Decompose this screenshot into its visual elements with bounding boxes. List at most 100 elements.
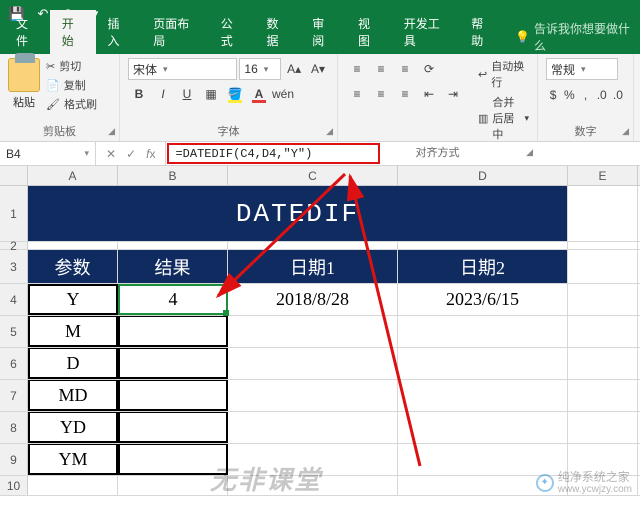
tab-dev[interactable]: 开发工具 (392, 10, 459, 54)
cell-result-selected[interactable]: 4 (118, 284, 228, 315)
align-right-icon[interactable]: ≡ (394, 83, 416, 105)
col-header-d[interactable]: D (398, 166, 568, 185)
increase-decimal-icon[interactable]: .0 (595, 84, 609, 106)
cell[interactable] (568, 186, 638, 241)
select-all-corner[interactable] (0, 166, 28, 185)
bold-button[interactable]: B (128, 83, 150, 105)
cell[interactable] (228, 348, 398, 379)
cell[interactable] (568, 412, 638, 443)
number-format-combo[interactable]: 常规▾ (546, 58, 618, 80)
cell-result[interactable] (118, 380, 228, 411)
fill-color-button[interactable]: 🪣 (224, 83, 246, 105)
tab-file[interactable]: 文件 (4, 10, 50, 54)
cell-result[interactable] (118, 316, 228, 347)
cell[interactable] (398, 412, 568, 443)
title-banner-cell[interactable]: DATEDIF (28, 186, 568, 241)
cell-result[interactable] (118, 412, 228, 443)
worksheet-grid[interactable]: A B C D E 1 DATEDIF 2 3 参数 结果 日期1 日期2 (0, 166, 640, 496)
col-header-a[interactable]: A (28, 166, 118, 185)
cell[interactable] (28, 476, 118, 495)
row-header[interactable]: 10 (0, 476, 28, 495)
phonetic-button[interactable]: wén (272, 83, 294, 105)
header-param[interactable]: 参数 (28, 250, 118, 283)
col-header-b[interactable]: B (118, 166, 228, 185)
cell-param[interactable]: MD (28, 380, 118, 411)
cell-param[interactable]: D (28, 348, 118, 379)
name-box[interactable]: B4 ▾ (0, 142, 96, 165)
row-header[interactable]: 1 (0, 186, 28, 241)
wrap-text-button[interactable]: ↩自动换行 (478, 58, 529, 90)
decrease-font-icon[interactable]: A▾ (307, 58, 329, 80)
row-header[interactable]: 2 (0, 242, 28, 249)
row-header[interactable]: 7 (0, 380, 28, 411)
tab-help[interactable]: 帮助 (459, 10, 505, 54)
cell[interactable] (568, 316, 638, 347)
cell[interactable] (568, 380, 638, 411)
cell[interactable] (568, 250, 638, 283)
tab-page-layout[interactable]: 页面布局 (141, 10, 208, 54)
dialog-launcher-icon[interactable]: ◢ (326, 126, 333, 137)
cell[interactable] (228, 412, 398, 443)
row-header[interactable]: 4 (0, 284, 28, 315)
cell-param[interactable]: M (28, 316, 118, 347)
border-button[interactable]: ▦ (200, 83, 222, 105)
font-color-button[interactable]: A (248, 83, 270, 105)
increase-indent-icon[interactable]: ⇥ (442, 83, 464, 105)
orientation-icon[interactable]: ⟳ (418, 58, 440, 80)
align-bottom-icon[interactable]: ≡ (394, 58, 416, 80)
copy-button[interactable]: 📄复制 (46, 77, 97, 93)
cell[interactable] (28, 242, 118, 249)
decrease-decimal-icon[interactable]: .0 (611, 84, 625, 106)
enter-formula-icon[interactable]: ✓ (126, 147, 136, 161)
align-top-icon[interactable]: ≡ (346, 58, 368, 80)
align-middle-icon[interactable]: ≡ (370, 58, 392, 80)
underline-button[interactable]: U (176, 83, 198, 105)
cell[interactable] (228, 316, 398, 347)
header-date1[interactable]: 日期1 (228, 250, 398, 283)
cell-param[interactable]: YD (28, 412, 118, 443)
tab-review[interactable]: 审阅 (300, 10, 346, 54)
cell[interactable] (398, 316, 568, 347)
tab-data[interactable]: 数据 (254, 10, 300, 54)
paste-button[interactable]: 粘贴 (8, 58, 40, 110)
cell-param[interactable]: Y (28, 284, 118, 315)
cell[interactable] (568, 284, 638, 315)
cell-date2[interactable]: 2023/6/15 (398, 284, 568, 315)
align-left-icon[interactable]: ≡ (346, 83, 368, 105)
dialog-launcher-icon[interactable]: ◢ (622, 126, 629, 137)
decrease-indent-icon[interactable]: ⇤ (418, 83, 440, 105)
cell[interactable] (398, 380, 568, 411)
col-header-c[interactable]: C (228, 166, 398, 185)
dialog-launcher-icon[interactable]: ◢ (108, 126, 115, 137)
tab-insert[interactable]: 插入 (96, 10, 142, 54)
cancel-formula-icon[interactable]: ✕ (106, 147, 116, 161)
tab-home[interactable]: 开始 (50, 10, 96, 54)
dialog-launcher-icon[interactable]: ◢ (526, 147, 533, 158)
currency-icon[interactable]: $ (546, 84, 560, 106)
cell[interactable] (118, 242, 228, 249)
cell[interactable] (398, 242, 568, 249)
row-header[interactable]: 9 (0, 444, 28, 475)
cut-button[interactable]: ✂剪切 (46, 58, 97, 74)
row-header[interactable]: 5 (0, 316, 28, 347)
cell[interactable] (398, 348, 568, 379)
row-header[interactable]: 6 (0, 348, 28, 379)
font-name-combo[interactable]: 宋体▾ (128, 58, 237, 80)
italic-button[interactable]: I (152, 83, 174, 105)
cell[interactable] (568, 348, 638, 379)
merge-center-button[interactable]: ▥合并后居中▾ (478, 94, 529, 142)
fx-icon[interactable]: fx (146, 147, 155, 161)
cell[interactable] (228, 242, 398, 249)
row-header[interactable]: 8 (0, 412, 28, 443)
comma-icon[interactable]: , (578, 84, 592, 106)
cell-date1[interactable]: 2018/8/28 (228, 284, 398, 315)
row-header[interactable]: 3 (0, 250, 28, 283)
cell[interactable] (568, 242, 638, 249)
format-painter-button[interactable]: 🖌格式刷 (46, 96, 97, 112)
header-result[interactable]: 结果 (118, 250, 228, 283)
col-header-e[interactable]: E (568, 166, 638, 185)
align-center-icon[interactable]: ≡ (370, 83, 392, 105)
percent-icon[interactable]: % (562, 84, 576, 106)
tab-view[interactable]: 视图 (346, 10, 392, 54)
cell-result[interactable] (118, 348, 228, 379)
